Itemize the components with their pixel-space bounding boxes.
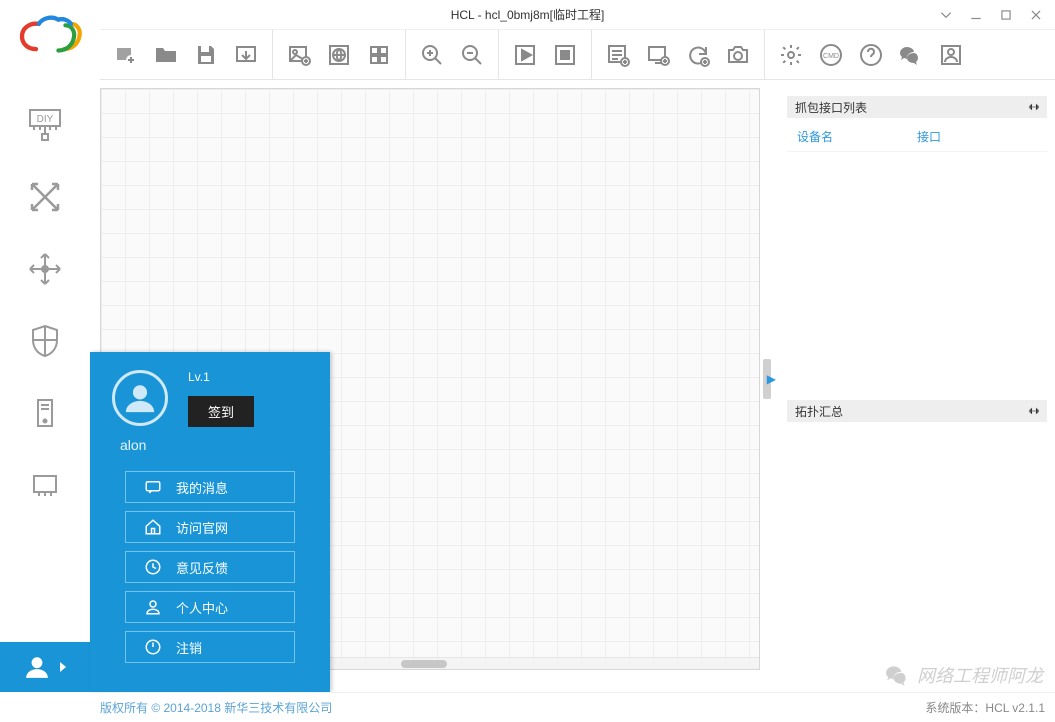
stop-icon[interactable]: [547, 37, 583, 73]
wechat-icon[interactable]: [893, 37, 929, 73]
avatar: [112, 370, 168, 426]
menu-item-profile[interactable]: 个人中心: [125, 591, 295, 623]
move-icon[interactable]: [20, 244, 70, 294]
grid-icon[interactable]: [361, 37, 397, 73]
menu-item-logout[interactable]: 注销: [125, 631, 295, 663]
refresh-add-icon[interactable]: [680, 37, 716, 73]
username: alon: [90, 435, 330, 467]
menu-item-feedback[interactable]: 意见反馈: [125, 551, 295, 583]
dropdown-icon[interactable]: [931, 2, 961, 28]
left-sidebar: DIY: [0, 80, 90, 692]
splitter-handle[interactable]: ▶: [760, 88, 774, 670]
image-add-icon[interactable]: [281, 37, 317, 73]
arrows-cross-icon[interactable]: [20, 172, 70, 222]
collapse-icon[interactable]: [1029, 102, 1039, 112]
new-file-icon[interactable]: [108, 37, 144, 73]
open-file-icon[interactable]: [148, 37, 184, 73]
user-info-icon[interactable]: [933, 37, 969, 73]
collapse-icon[interactable]: [1029, 406, 1039, 416]
export-icon[interactable]: [228, 37, 264, 73]
topo-panel-title: 拓扑汇总: [795, 403, 843, 420]
title-bar: HCL - hcl_0bmj8m[临时工程]: [0, 0, 1055, 30]
user-level: Lv.1: [188, 370, 254, 384]
close-icon[interactable]: [1021, 2, 1051, 28]
camera-icon[interactable]: [720, 37, 756, 73]
right-panels: 抓包接口列表 设备名 接口 拓扑汇总: [787, 96, 1047, 670]
capture-panel-header[interactable]: 抓包接口列表: [787, 96, 1047, 118]
help-icon[interactable]: [853, 37, 889, 73]
play-icon[interactable]: [507, 37, 543, 73]
minimize-icon[interactable]: [961, 2, 991, 28]
save-icon[interactable]: [188, 37, 224, 73]
globe-icon[interactable]: [321, 37, 357, 73]
svg-text:HCL: HCL: [36, 32, 65, 48]
shield-icon[interactable]: [20, 316, 70, 366]
window-title: HCL - hcl_0bmj8m[临时工程]: [451, 6, 605, 23]
signin-button[interactable]: 签到: [188, 396, 254, 427]
user-badge[interactable]: [0, 642, 90, 692]
toolbar: CMD: [0, 30, 1055, 80]
version-label: 系统版本：HCL v2.1.1: [925, 699, 1045, 716]
app-logo: HCL: [0, 0, 100, 80]
menu-item-messages[interactable]: 我的消息: [125, 471, 295, 503]
maximize-icon[interactable]: [991, 2, 1021, 28]
capture-panel-title: 抓包接口列表: [795, 99, 867, 116]
cmd-icon[interactable]: CMD: [813, 37, 849, 73]
capture-panel-body: [787, 152, 1047, 392]
svg-text:DIY: DIY: [37, 114, 54, 125]
copyright: 版权所有 © 2014-2018 新华三技术有限公司: [100, 699, 332, 716]
svg-text:CMD: CMD: [823, 53, 839, 60]
server-icon[interactable]: [20, 388, 70, 438]
capture-col-interface[interactable]: 接口: [917, 128, 1037, 145]
port-icon[interactable]: [20, 460, 70, 510]
topo-panel-header[interactable]: 拓扑汇总: [787, 400, 1047, 422]
topo-panel-body: [787, 422, 1047, 662]
zoom-in-icon[interactable]: [414, 37, 450, 73]
screen-add-icon[interactable]: [640, 37, 676, 73]
zoom-out-icon[interactable]: [454, 37, 490, 73]
list-add-icon[interactable]: [600, 37, 636, 73]
user-popup: Lv.1 签到 alon 我的消息 访问官网 意见反馈 个人中心 注销: [90, 352, 330, 692]
gear-icon[interactable]: [773, 37, 809, 73]
menu-item-website[interactable]: 访问官网: [125, 511, 295, 543]
footer: 版权所有 © 2014-2018 新华三技术有限公司 系统版本：HCL v2.1…: [90, 692, 1055, 722]
diy-switch-icon[interactable]: DIY: [20, 100, 70, 150]
capture-col-device[interactable]: 设备名: [797, 128, 917, 145]
